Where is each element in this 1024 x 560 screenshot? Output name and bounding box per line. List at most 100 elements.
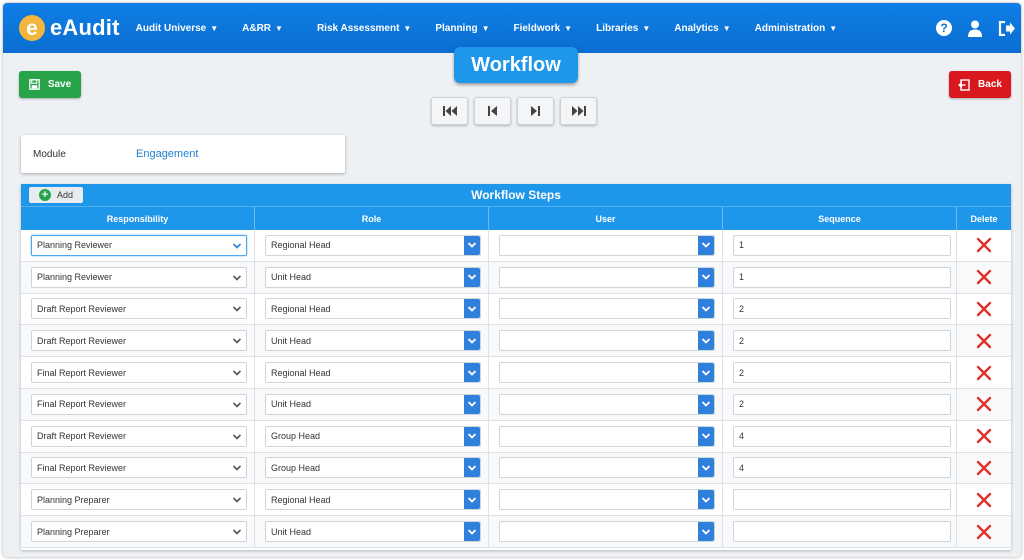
responsibility-select[interactable]: Final Report Reviewer xyxy=(31,393,247,415)
user-select[interactable] xyxy=(499,266,715,288)
user-select[interactable] xyxy=(499,457,715,479)
cell-delete xyxy=(957,325,1011,356)
delete-row-button[interactable] xyxy=(976,396,992,412)
cell-delete xyxy=(957,421,1011,452)
add-step-button[interactable]: + Add xyxy=(29,187,83,203)
sequence-input[interactable] xyxy=(733,489,951,511)
responsibility-select[interactable]: Final Report Reviewer xyxy=(31,457,247,479)
role-select[interactable]: Group Head xyxy=(265,457,481,479)
chevron-down-icon xyxy=(701,242,711,249)
help-icon[interactable]: ? xyxy=(935,19,953,37)
user-select[interactable] xyxy=(499,234,715,256)
user-icon[interactable] xyxy=(966,19,984,37)
chevron-down-icon xyxy=(467,465,477,471)
user-select[interactable] xyxy=(499,521,715,543)
menu-administration[interactable]: Administration ▼ xyxy=(755,23,837,34)
module-value[interactable]: Engagement xyxy=(136,148,198,160)
user-select[interactable] xyxy=(499,489,715,511)
menu-planning[interactable]: Planning ▼ xyxy=(435,23,489,34)
delete-row-button[interactable] xyxy=(976,524,992,540)
cell-responsibility: Draft Report Reviewer xyxy=(21,325,255,357)
user-select[interactable] xyxy=(499,362,715,384)
user-select[interactable] xyxy=(499,298,715,320)
module-panel: Module Engagement xyxy=(21,135,345,173)
menu-arr[interactable]: A&RR ▼ xyxy=(242,23,283,34)
responsibility-select[interactable]: Planning Preparer xyxy=(31,521,247,543)
cell-role: Unit Head xyxy=(255,261,489,293)
menu-risk-assessment[interactable]: Risk Assessment ▼ xyxy=(317,23,411,34)
cell-delete xyxy=(957,453,1011,484)
chevron-down-icon xyxy=(467,306,477,312)
sequence-input[interactable]: 2 xyxy=(733,362,951,384)
delete-row-button[interactable] xyxy=(976,333,992,349)
responsibility-select[interactable]: Draft Report Reviewer xyxy=(31,298,247,320)
first-page-button[interactable] xyxy=(431,97,468,125)
responsibility-select[interactable]: Draft Report Reviewer xyxy=(31,330,247,352)
role-value: Regional Head xyxy=(271,303,331,314)
delete-row-button[interactable] xyxy=(976,269,992,285)
role-select[interactable]: Group Head xyxy=(265,425,481,447)
role-select[interactable]: Regional Head xyxy=(265,234,481,256)
chevron-down-icon: ▼ xyxy=(481,23,490,33)
cell-role: Regional Head xyxy=(255,484,489,516)
role-select[interactable]: Regional Head xyxy=(265,489,481,511)
dropdown-toggle xyxy=(698,299,714,319)
cell-sequence: 4 xyxy=(723,420,957,452)
delete-row-button[interactable] xyxy=(976,365,992,381)
previous-page-button[interactable] xyxy=(474,97,511,125)
role-select[interactable]: Unit Head xyxy=(265,521,481,543)
responsibility-select[interactable]: Planning Reviewer xyxy=(31,266,247,288)
column-header-responsibility: Responsibility xyxy=(21,207,255,230)
responsibility-value: Planning Preparer xyxy=(37,526,110,537)
delete-row-button[interactable] xyxy=(976,492,992,508)
role-select[interactable]: Unit Head xyxy=(265,393,481,415)
delete-row-button[interactable] xyxy=(976,301,992,317)
role-select[interactable]: Unit Head xyxy=(265,330,481,352)
user-select[interactable] xyxy=(499,330,715,352)
last-page-button[interactable] xyxy=(560,97,597,125)
sequence-input[interactable]: 2 xyxy=(733,330,951,352)
dropdown-toggle xyxy=(698,267,714,287)
sequence-input[interactable]: 4 xyxy=(733,457,951,479)
responsibility-select[interactable]: Final Report Reviewer xyxy=(31,362,247,384)
sequence-input[interactable]: 2 xyxy=(733,393,951,415)
sequence-input[interactable]: 1 xyxy=(733,266,951,288)
chevron-down-icon xyxy=(232,306,242,313)
menu-audit-universe[interactable]: Audit Universe ▼ xyxy=(136,23,219,34)
delete-row-button[interactable] xyxy=(976,428,992,444)
responsibility-value: Planning Reviewer xyxy=(37,272,113,283)
responsibility-select[interactable]: Draft Report Reviewer xyxy=(31,425,247,447)
cell-user xyxy=(489,484,723,516)
app-window: e eAudit Audit Universe ▼ A&RR ▼ Risk Asse… xyxy=(3,3,1021,557)
sequence-input[interactable] xyxy=(733,521,951,543)
logout-icon[interactable] xyxy=(997,19,1015,37)
dropdown-toggle xyxy=(698,490,714,510)
sequence-input[interactable]: 2 xyxy=(733,298,951,320)
responsibility-select[interactable]: Planning Preparer xyxy=(31,489,247,511)
role-select[interactable]: Regional Head xyxy=(265,298,481,320)
next-page-button[interactable] xyxy=(517,97,554,125)
back-button[interactable]: Back xyxy=(949,71,1011,98)
menu-fieldwork[interactable]: Fieldwork ▼ xyxy=(513,23,572,34)
user-select[interactable] xyxy=(499,425,715,447)
delete-row-button[interactable] xyxy=(976,460,992,476)
user-select[interactable] xyxy=(499,393,715,415)
app-logo[interactable]: e eAudit xyxy=(19,15,120,41)
table-header: Responsibility Role User Sequence Delete xyxy=(21,206,1011,230)
role-select[interactable]: Regional Head xyxy=(265,362,481,384)
menu-analytics[interactable]: Analytics ▼ xyxy=(674,23,730,34)
save-button[interactable]: Save xyxy=(19,71,81,98)
responsibility-select[interactable]: Planning Reviewer xyxy=(31,234,247,256)
delete-row-button[interactable] xyxy=(976,237,992,253)
dropdown-toggle xyxy=(464,426,480,446)
chevron-down-icon xyxy=(701,401,711,408)
sequence-input[interactable]: 1 xyxy=(733,234,951,256)
menu-libraries[interactable]: Libraries ▼ xyxy=(596,23,650,34)
role-select[interactable]: Unit Head xyxy=(265,266,481,288)
delete-icon xyxy=(976,460,992,476)
cell-role: Group Head xyxy=(255,452,489,484)
chevron-down-icon xyxy=(467,433,477,439)
responsibility-value: Planning Preparer xyxy=(37,494,110,505)
sequence-input[interactable]: 4 xyxy=(733,425,951,447)
chevron-down-icon xyxy=(467,242,477,249)
